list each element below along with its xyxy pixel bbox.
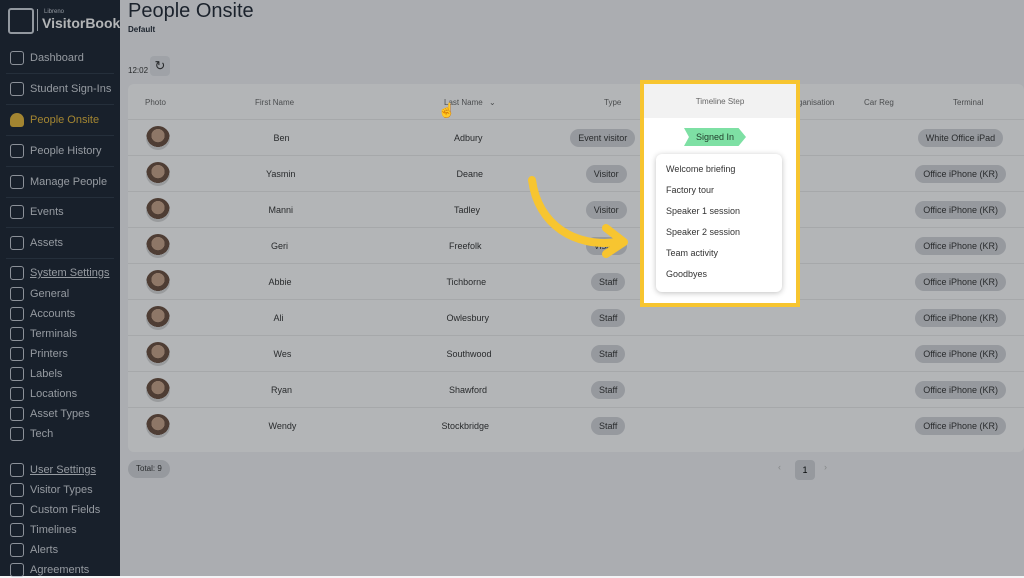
- timeline-option-speaker-1-session[interactable]: Speaker 1 session: [666, 206, 740, 216]
- col-header-timeline-step: Timeline Step: [695, 97, 745, 106]
- timeline-step-highlight: Timeline Step Signed In Welcome briefing…: [640, 80, 800, 307]
- timeline-step-signed-in[interactable]: Signed In: [684, 128, 746, 146]
- timeline-step-dropdown: Welcome briefing Factory tour Speaker 1 se…: [656, 154, 782, 292]
- tutorial-dim-overlay: [0, 0, 1024, 576]
- timeline-option-factory-tour[interactable]: Factory tour: [666, 185, 714, 195]
- timeline-option-team-activity[interactable]: Team activity: [666, 248, 718, 258]
- hand-cursor-icon: ☝: [438, 102, 456, 118]
- pointer-arrow-icon: [528, 176, 628, 258]
- timeline-option-goodbyes[interactable]: Goodbyes: [666, 269, 707, 279]
- timeline-option-welcome-briefing[interactable]: Welcome briefing: [666, 164, 735, 174]
- timeline-option-speaker-2-session[interactable]: Speaker 2 session: [666, 227, 740, 237]
